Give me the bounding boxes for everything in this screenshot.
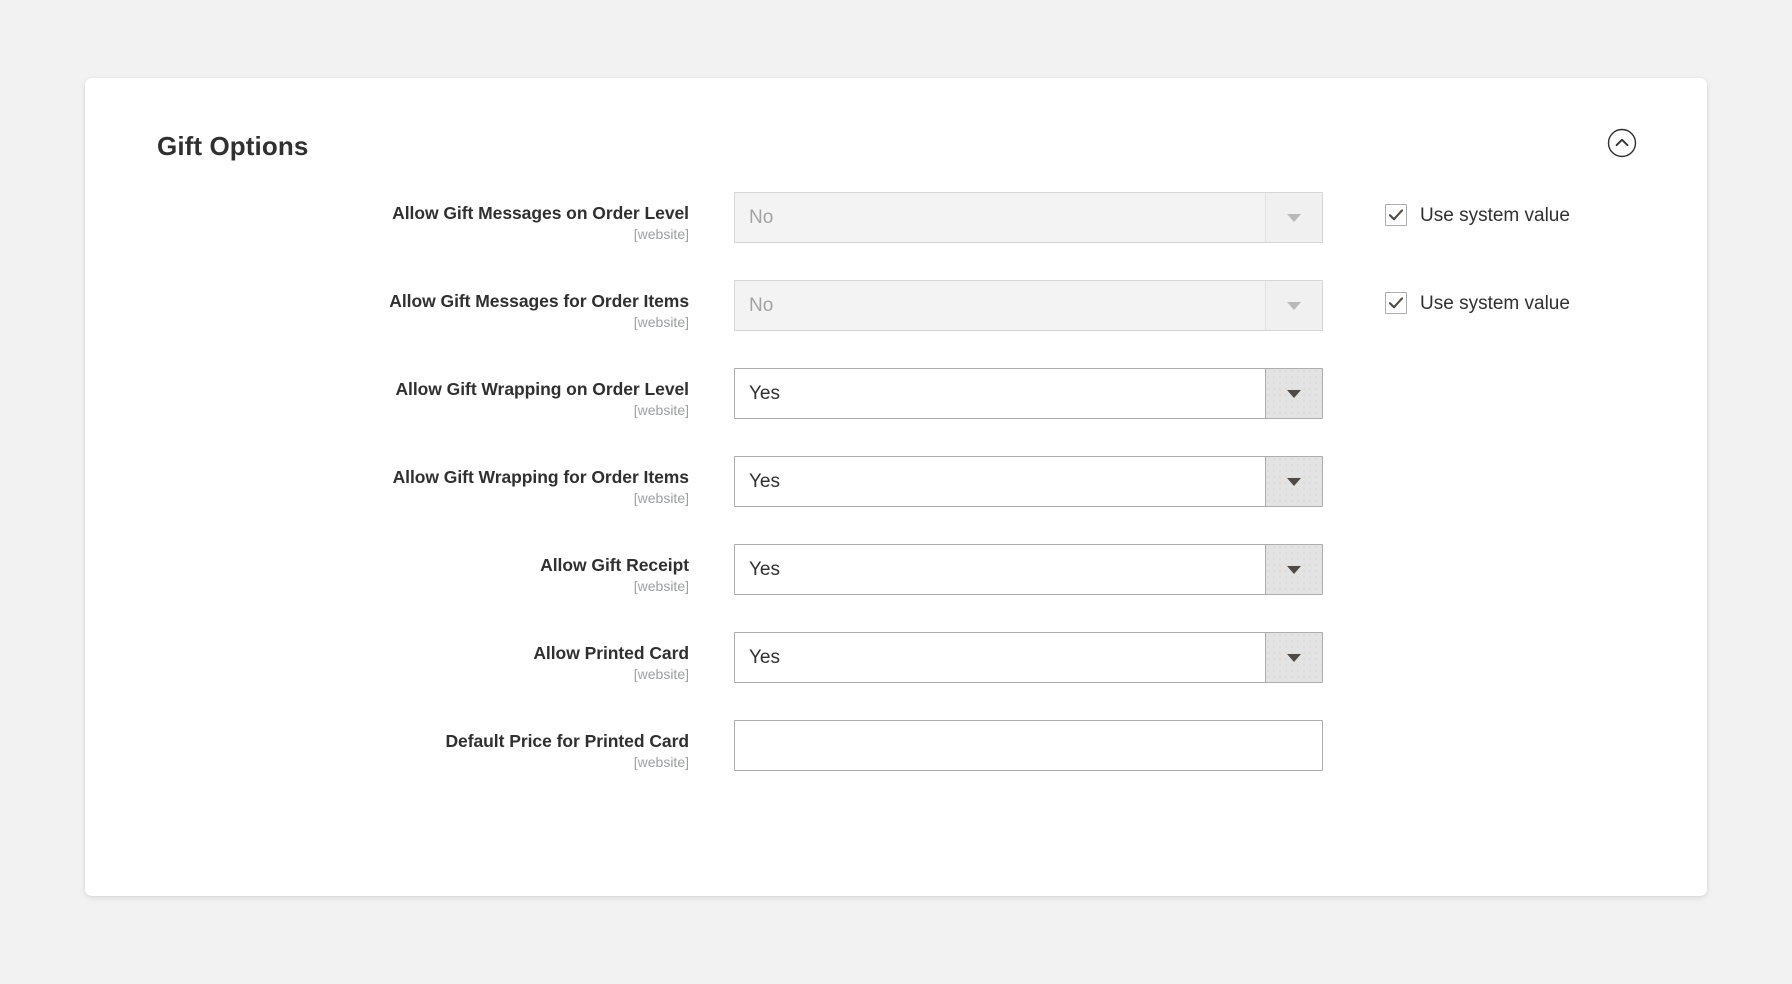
input-default-price-for-printed-card[interactable] bbox=[734, 720, 1323, 771]
form-row-allow-printed-card: Allow Printed Card [website] Yes bbox=[85, 630, 1707, 718]
form-row-default-price-for-printed-card: Default Price for Printed Card [website] bbox=[85, 718, 1707, 798]
select-value: Yes bbox=[749, 471, 780, 492]
select-value: No bbox=[749, 295, 774, 316]
field-label-wrap: Default Price for Printed Card [website] bbox=[85, 730, 712, 772]
field-label: Allow Printed Card bbox=[533, 643, 689, 663]
field-control-wrap bbox=[734, 720, 1323, 771]
field-label-wrap: Allow Gift Wrapping on Order Level [websi… bbox=[85, 378, 712, 420]
chevron-down-icon[interactable] bbox=[1265, 369, 1322, 418]
field-scope-label: [website] bbox=[633, 402, 689, 418]
form-row-allow-gift-wrapping-for-order-items: Allow Gift Wrapping for Order Items [webs… bbox=[85, 454, 1707, 542]
field-label-wrap: Allow Gift Receipt [website] bbox=[85, 554, 712, 596]
field-scope-label: [website] bbox=[633, 490, 689, 506]
form-row-allow-gift-messages-on-order-level: Allow Gift Messages on Order Level [websi… bbox=[85, 190, 1707, 278]
field-label-wrap: Allow Gift Wrapping for Order Items [webs… bbox=[85, 466, 712, 508]
use-system-value-label: Use system value bbox=[1420, 292, 1570, 314]
field-label: Allow Gift Receipt bbox=[540, 555, 689, 575]
use-system-value-allow-gift-messages-on-order-level[interactable]: Use system value bbox=[1385, 204, 1570, 226]
use-system-value-checkbox[interactable] bbox=[1385, 292, 1407, 314]
field-label: Allow Gift Wrapping on Order Level bbox=[395, 379, 689, 399]
chevron-down-icon[interactable] bbox=[1265, 457, 1322, 506]
form-row-allow-gift-receipt: Allow Gift Receipt [website] Yes bbox=[85, 542, 1707, 630]
select-value: Yes bbox=[749, 383, 780, 404]
chevron-down-glyph bbox=[1287, 565, 1301, 574]
form-row-allow-gift-wrapping-on-order-level: Allow Gift Wrapping on Order Level [websi… bbox=[85, 366, 1707, 454]
field-label: Allow Gift Messages for Order Items bbox=[389, 291, 689, 311]
field-label: Allow Gift Wrapping for Order Items bbox=[392, 467, 689, 487]
gift-options-panel: Gift Options Allow Gift Messages on Orde… bbox=[85, 78, 1707, 896]
panel-header: Gift Options bbox=[85, 78, 1707, 190]
check-icon bbox=[1388, 297, 1404, 309]
field-label-wrap: Allow Printed Card [website] bbox=[85, 642, 712, 684]
chevron-down-icon bbox=[1265, 193, 1322, 242]
use-system-value-allow-gift-messages-for-order-items[interactable]: Use system value bbox=[1385, 292, 1570, 314]
select-allow-gift-receipt[interactable]: Yes bbox=[734, 544, 1323, 595]
field-scope-label: [website] bbox=[633, 666, 689, 682]
field-label: Allow Gift Messages on Order Level bbox=[392, 203, 689, 223]
select-allow-gift-wrapping-on-order-level[interactable]: Yes bbox=[734, 368, 1323, 419]
check-icon bbox=[1388, 209, 1404, 221]
page-title: Gift Options bbox=[157, 131, 309, 161]
select-allow-printed-card[interactable]: Yes bbox=[734, 632, 1323, 683]
select-allow-gift-messages-on-order-level: No bbox=[734, 192, 1323, 243]
field-label: Default Price for Printed Card bbox=[445, 731, 689, 751]
field-control-wrap: No bbox=[734, 280, 1323, 331]
chevron-down-glyph bbox=[1287, 389, 1301, 398]
field-scope-label: [website] bbox=[633, 578, 689, 594]
chevron-down-glyph bbox=[1287, 477, 1301, 486]
use-system-value-checkbox[interactable] bbox=[1385, 204, 1407, 226]
chevron-down-glyph bbox=[1287, 653, 1301, 662]
chevron-down-icon[interactable] bbox=[1265, 545, 1322, 594]
field-control-wrap: Yes bbox=[734, 544, 1323, 595]
use-system-value-label: Use system value bbox=[1420, 204, 1570, 226]
field-scope-label: [website] bbox=[633, 314, 689, 330]
chevron-down-icon bbox=[1265, 281, 1322, 330]
chevron-down-glyph bbox=[1287, 213, 1301, 222]
field-label-wrap: Allow Gift Messages on Order Level [websi… bbox=[85, 202, 712, 244]
config-page: Gift Options Allow Gift Messages on Orde… bbox=[0, 0, 1792, 984]
select-value: Yes bbox=[749, 647, 780, 668]
select-value: No bbox=[749, 207, 774, 228]
chevron-up-circle-icon[interactable] bbox=[1605, 126, 1639, 160]
gift-options-form: Allow Gift Messages on Order Level [websi… bbox=[85, 190, 1707, 798]
field-control-wrap: Yes bbox=[734, 368, 1323, 419]
field-control-wrap: No bbox=[734, 192, 1323, 243]
field-scope-label: [website] bbox=[633, 226, 689, 242]
field-scope-label: [website] bbox=[633, 754, 689, 770]
field-control-wrap: Yes bbox=[734, 456, 1323, 507]
select-allow-gift-wrapping-for-order-items[interactable]: Yes bbox=[734, 456, 1323, 507]
chevron-down-glyph bbox=[1287, 301, 1301, 310]
select-value: Yes bbox=[749, 559, 780, 580]
select-allow-gift-messages-for-order-items: No bbox=[734, 280, 1323, 331]
field-control-wrap: Yes bbox=[734, 632, 1323, 683]
chevron-down-icon[interactable] bbox=[1265, 633, 1322, 682]
field-label-wrap: Allow Gift Messages for Order Items [webs… bbox=[85, 290, 712, 332]
form-row-allow-gift-messages-for-order-items: Allow Gift Messages for Order Items [webs… bbox=[85, 278, 1707, 366]
